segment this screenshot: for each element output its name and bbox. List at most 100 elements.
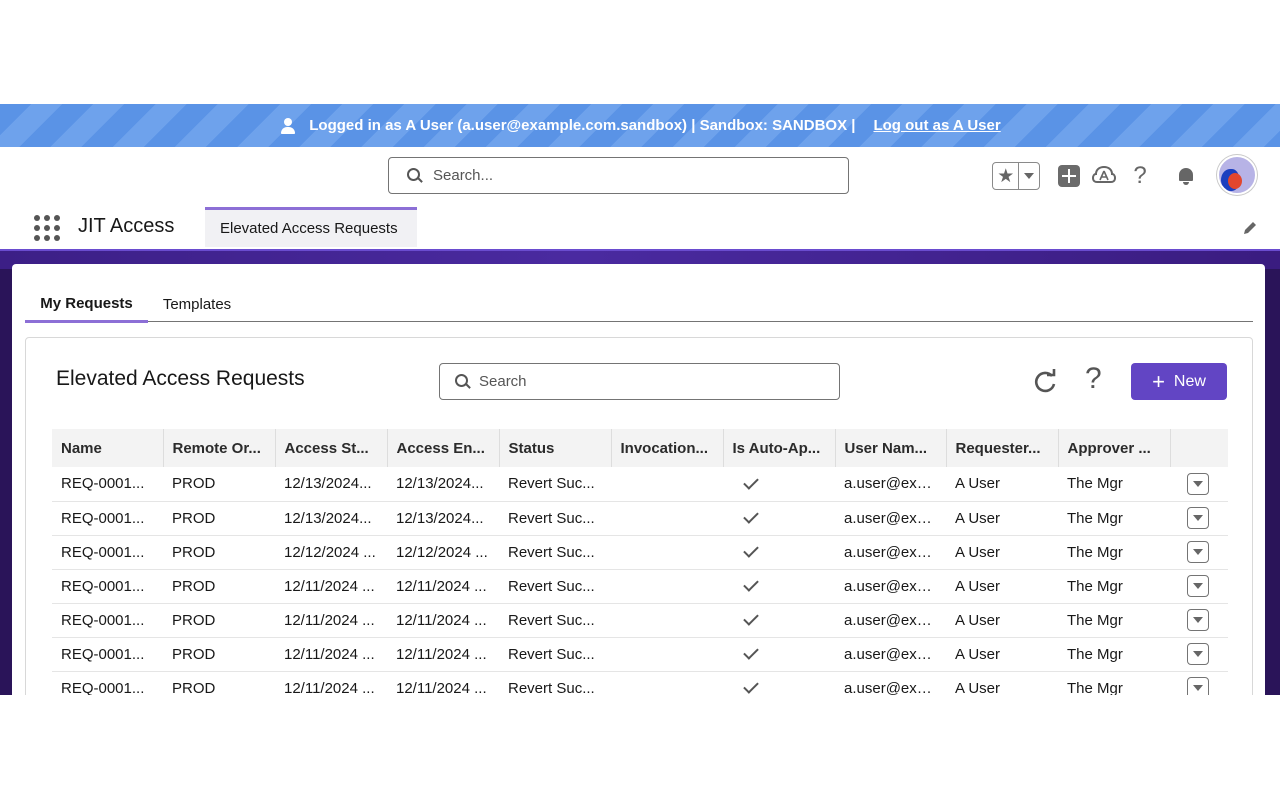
column-header[interactable]: Approver ... [1058,429,1171,467]
app-name: JIT Access [78,215,175,237]
global-actions-icon[interactable] [1057,164,1081,188]
trailhead-icon[interactable] [1092,164,1116,188]
cell-name[interactable]: REQ-0001... [52,535,163,570]
chevron-down-icon [1193,651,1203,657]
cell-approver: The Mgr [1058,501,1170,536]
column-header[interactable]: Name [52,429,164,467]
checkmark-icon [743,473,759,490]
checkmark-icon [743,542,759,558]
column-header[interactable]: User Nam... [835,429,947,467]
cell-remote-org: PROD [163,603,275,638]
table-row[interactable]: REQ-0001... PROD 12/13/2024... 12/13/2024..… [52,467,1228,502]
user-avatar[interactable] [1217,155,1257,195]
chevron-down-icon [1193,685,1203,691]
column-header[interactable]: Invocation... [611,429,724,467]
cell-name[interactable]: REQ-0001... [52,637,163,672]
table-row[interactable]: REQ-0001... PROD 12/12/2024 ... 12/12/2024 … [52,535,1228,570]
cell-status: Revert Suc... [499,501,611,536]
login-as-banner: Logged in as A User (a.user@example.com.… [0,104,1280,147]
tab-templates[interactable]: Templates [152,286,242,322]
row-actions-menu-button[interactable] [1187,575,1209,597]
cell-remote-org: PROD [163,569,275,604]
cell-remote-org: PROD [163,637,275,672]
chevron-down-icon [1193,549,1203,555]
column-header[interactable]: Requester... [946,429,1059,467]
table-row[interactable]: REQ-0001... PROD 12/11/2024 ... 12/11/2024 … [52,569,1228,604]
cell-approver: The Mgr [1058,603,1170,638]
search-icon [407,167,423,184]
cell-name[interactable]: REQ-0001... [52,501,163,536]
cell-invocation [611,637,723,672]
cell-auto-approved [723,535,835,570]
cell-user-name: a.user@exa... [835,501,946,536]
cell-user-name: a.user@exa... [835,603,946,638]
cell-access-end: 12/13/2024... [387,467,499,502]
cell-access-start: 12/11/2024 ... [275,603,387,638]
column-header[interactable]: Is Auto-Ap... [723,429,836,467]
favorites-menu-icon[interactable] [1019,163,1039,189]
cell-requester: A User [946,637,1058,672]
banner-text: Logged in as A User (a.user@example.com.… [309,117,856,134]
cell-row-actions [1170,603,1228,638]
table-row[interactable]: REQ-0001... PROD 12/11/2024 ... 12/11/2024 … [52,671,1228,695]
edit-nav-pencil-icon[interactable] [1242,220,1258,236]
column-header[interactable]: Remote Or... [163,429,276,467]
table-row[interactable]: REQ-0001... PROD 12/13/2024... 12/13/2024..… [52,501,1228,536]
checkmark-icon [743,610,759,626]
table-row[interactable]: REQ-0001... PROD 12/11/2024 ... 12/11/2024 … [52,637,1228,672]
list-search-box[interactable] [439,363,840,400]
cell-row-actions [1170,501,1228,536]
cell-status: Revert Suc... [499,569,611,604]
row-actions-menu-button[interactable] [1187,643,1209,665]
refresh-icon[interactable] [1030,367,1060,397]
log-out-link[interactable]: Log out as A User [873,117,1000,134]
list-search-input[interactable] [479,373,819,390]
column-header[interactable]: Access St... [275,429,388,467]
cell-auto-approved [723,671,835,695]
help-icon[interactable]: ? [1128,162,1152,189]
cell-remote-org: PROD [163,501,275,536]
cell-approver: The Mgr [1058,535,1170,570]
cell-access-end: 12/13/2024... [387,501,499,536]
cell-name[interactable]: REQ-0001... [52,671,163,695]
cell-name[interactable]: REQ-0001... [52,569,163,604]
main-content-card: My Requests Templates Elevated Access Re… [12,264,1265,695]
app-launcher-icon[interactable] [34,215,60,241]
row-actions-menu-button[interactable] [1187,507,1209,529]
column-header-actions [1170,429,1228,467]
cell-name[interactable]: REQ-0001... [52,603,163,638]
checkmark-icon [743,508,759,524]
list-help-icon[interactable]: ? [1085,362,1102,396]
cell-status: Revert Suc... [499,467,611,502]
cell-user-name: a.user@exa... [835,569,946,604]
cell-access-end: 12/11/2024 ... [387,603,499,638]
checkmark-icon [743,644,759,660]
global-search-box[interactable] [388,157,849,194]
cell-access-end: 12/12/2024 ... [387,535,499,570]
nav-tab-elevated-access-requests[interactable]: Elevated Access Requests [205,207,417,247]
row-actions-menu-button[interactable] [1187,609,1209,631]
cell-requester: A User [946,535,1058,570]
chevron-down-icon [1193,515,1203,521]
cell-invocation [611,535,723,570]
global-search-input[interactable] [433,167,813,184]
cell-requester: A User [946,603,1058,638]
cell-approver: The Mgr [1058,671,1170,695]
table-row[interactable]: REQ-0001... PROD 12/11/2024 ... 12/11/2024 … [52,603,1228,638]
tab-my-requests[interactable]: My Requests [25,286,148,323]
cell-row-actions [1170,671,1228,695]
row-actions-menu-button[interactable] [1187,541,1209,563]
row-actions-menu-button[interactable] [1187,677,1209,695]
cell-name[interactable]: REQ-0001... [52,467,163,502]
column-header[interactable]: Status [499,429,612,467]
cell-invocation [611,603,723,638]
cell-user-name: a.user@exa... [835,637,946,672]
row-actions-menu-button[interactable] [1187,472,1209,495]
notifications-bell-icon[interactable] [1174,164,1198,188]
column-header[interactable]: Access En... [387,429,500,467]
cell-auto-approved [723,569,835,604]
cell-approver: The Mgr [1058,569,1170,604]
favorites-star-icon[interactable]: ★ [993,163,1020,189]
new-button[interactable]: + New [1131,363,1227,400]
cell-access-start: 12/13/2024... [275,467,387,502]
